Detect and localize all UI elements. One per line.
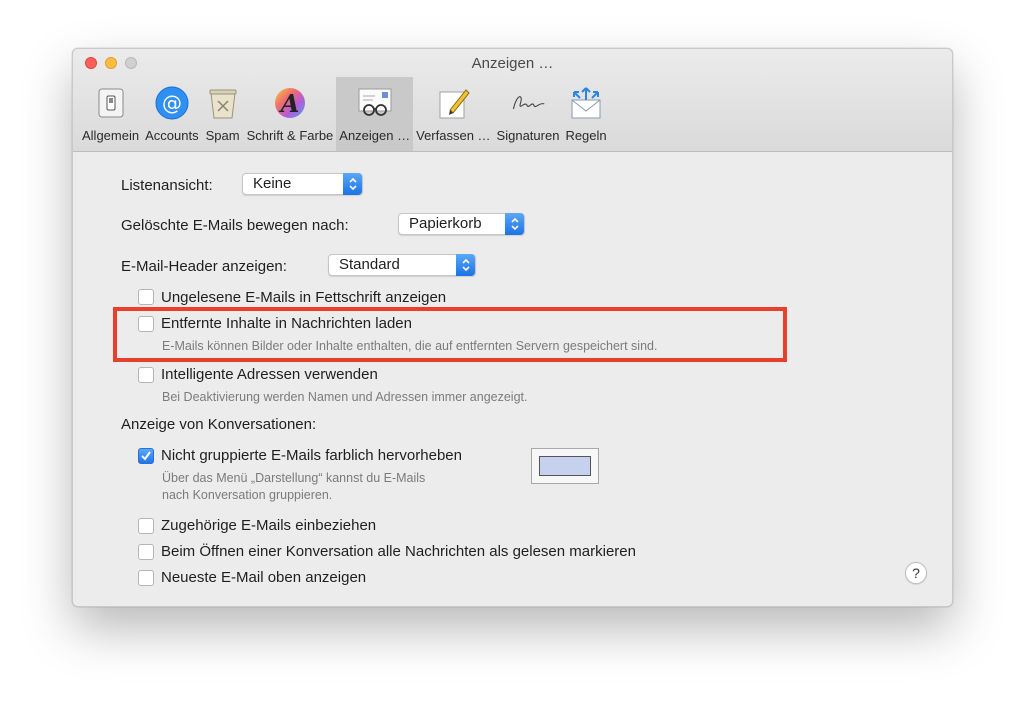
unread-bold-checkbox[interactable] (138, 289, 154, 305)
highlight-color-swatch (539, 456, 591, 476)
signature-icon (510, 85, 546, 121)
tab-anzeigen[interactable]: Anzeigen … (336, 77, 414, 151)
tab-allgemein[interactable]: Allgemein (79, 77, 142, 151)
tab-label: Signaturen (496, 128, 560, 143)
tab-label: Schrift & Farbe (246, 128, 334, 143)
header-label: E-Mail-Header anzeigen: (121, 258, 287, 275)
tab-label: Regeln (565, 128, 607, 143)
glasses-letter-icon (357, 85, 393, 121)
list-view-popup[interactable]: Keine (242, 173, 363, 195)
window-title: Anzeigen … (471, 55, 554, 72)
tab-regeln[interactable]: Regeln (562, 77, 609, 151)
tab-spam[interactable]: Spam (202, 77, 244, 151)
smart-addresses-label: Intelligente Adressen verwenden (161, 366, 378, 383)
highlight-ungrouped-checkbox[interactable] (138, 448, 154, 464)
rules-envelope-icon (568, 85, 604, 121)
smart-addresses-description: Bei Deaktivierung werden Namen und Adres… (162, 390, 528, 404)
deleted-move-label: Gelöschte E-Mails bewegen nach: (121, 217, 349, 234)
mark-read-checkbox[interactable] (138, 544, 154, 560)
tab-label: Accounts (145, 128, 199, 143)
highlight-color-well[interactable] (531, 448, 599, 484)
preferences-toolbar: Allgemein @ Accounts Spam A Schrift & Fa… (79, 77, 610, 151)
chevron-up-down-icon (343, 173, 362, 195)
header-value: Standard (339, 256, 400, 273)
help-button[interactable]: ? (905, 562, 927, 584)
list-view-value: Keine (253, 175, 292, 192)
pencil-note-icon (435, 85, 471, 121)
at-sign-icon: @ (154, 85, 190, 121)
conversations-heading: Anzeige von Konversationen: (121, 416, 317, 433)
highlight-ungrouped-description-1: Über das Menü „Darstellung“ kannst du E-… (162, 471, 426, 485)
tab-accounts[interactable]: @ Accounts (142, 77, 201, 151)
smart-addresses-checkbox[interactable] (138, 367, 154, 383)
annotation-highlight-box (113, 307, 787, 362)
font-color-icon: A (272, 85, 308, 121)
tab-verfassen[interactable]: Verfassen … (413, 77, 493, 151)
highlight-ungrouped-description-2: nach Konversation gruppieren. (162, 488, 333, 502)
list-view-label: Listenansicht: (121, 177, 213, 194)
mark-read-label: Beim Öffnen einer Konversation alle Nach… (161, 543, 636, 560)
unread-bold-label: Ungelesene E-Mails in Fettschrift anzeig… (161, 289, 447, 306)
highlight-ungrouped-label: Nicht gruppierte E-Mails farblich hervor… (161, 447, 462, 464)
switch-icon (93, 85, 129, 121)
svg-text:@: @ (162, 91, 182, 115)
chevron-up-down-icon (456, 254, 475, 276)
svg-text:A: A (279, 89, 300, 118)
deleted-move-popup[interactable]: Papierkorb (398, 213, 525, 235)
deleted-move-value: Papierkorb (409, 215, 482, 232)
chevron-up-down-icon (505, 213, 524, 235)
header-popup[interactable]: Standard (328, 254, 476, 276)
tab-schrift-farbe[interactable]: A Schrift & Farbe (244, 77, 337, 151)
related-checkbox[interactable] (138, 518, 154, 534)
tab-label: Spam (205, 128, 240, 143)
tab-label: Anzeigen … (339, 128, 411, 143)
checkmark-icon (141, 451, 151, 461)
newest-top-checkbox[interactable] (138, 570, 154, 586)
newest-top-label: Neueste E-Mail oben anzeigen (161, 569, 367, 586)
tab-label: Verfassen … (416, 128, 491, 143)
trash-bin-icon (205, 85, 241, 121)
tab-label: Allgemein (82, 128, 140, 143)
preferences-content: Listenansicht: Keine Gelöschte E-Mails b… (73, 152, 952, 606)
related-label: Zugehörige E-Mails einbeziehen (161, 517, 377, 534)
tab-signaturen[interactable]: Signaturen (494, 77, 563, 151)
titlebar: Anzeigen … Allgemein @ Accounts Spam A S… (73, 49, 952, 152)
